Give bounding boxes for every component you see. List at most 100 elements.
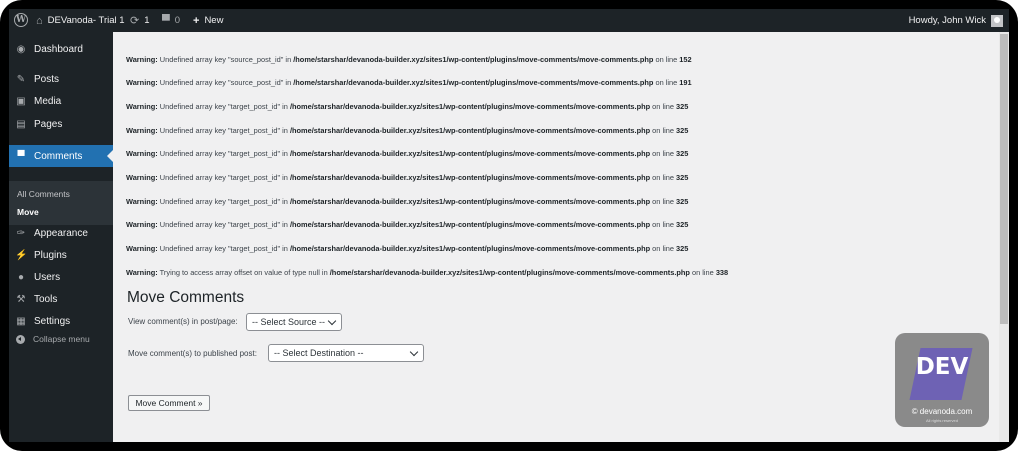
- warning-line-number: 325: [676, 220, 689, 229]
- move-comment-button[interactable]: Move Comment »: [128, 395, 210, 411]
- sidebar-item-comments[interactable]: ▀ Comments: [9, 145, 113, 167]
- warning-message: Undefined array key "source_post_id" in: [157, 78, 294, 87]
- warning-line-number: 325: [676, 126, 689, 135]
- warning-message: Undefined array key "target_post_id" in: [157, 220, 290, 229]
- warning-on-line: on line: [650, 244, 677, 253]
- source-post-select[interactable]: -- Select Source --: [246, 313, 342, 331]
- warning-file-path: /home/starshar/devanoda-builder.xyz/site…: [289, 197, 651, 206]
- warning-line: Warning: Undefined array key "target_pos…: [126, 102, 688, 111]
- warning-on-line: on line: [689, 268, 716, 277]
- sidebar-item-label: Settings: [34, 315, 71, 327]
- collapse-label: Collapse menu: [33, 334, 90, 344]
- warning-file-path: /home/starshar/devanoda-builder.xyz/site…: [289, 126, 651, 135]
- comments-submenu: All Comments Move: [9, 181, 113, 225]
- howdy-text: Howdy, John Wick: [908, 15, 986, 26]
- source-select-value: -- Select Source --: [252, 317, 326, 327]
- warning-line-number: 325: [676, 173, 689, 182]
- warning-line: Warning: Trying to access array offset o…: [126, 268, 728, 277]
- warning-file-path: /home/starshar/devanoda-builder.xyz/site…: [289, 102, 651, 111]
- warning-file-path: /home/starshar/devanoda-builder.xyz/site…: [289, 173, 651, 182]
- warning-prefix: Warning:: [126, 78, 158, 87]
- warning-message: Undefined array key "target_post_id" in: [157, 244, 290, 253]
- warning-line: Warning: Undefined array key "target_pos…: [126, 244, 688, 253]
- warning-on-line: on line: [650, 197, 677, 206]
- warning-on-line: on line: [653, 55, 680, 64]
- warning-line-number: 191: [679, 78, 692, 87]
- warning-prefix: Warning:: [126, 220, 158, 229]
- sidebar-item-users[interactable]: ● Users: [9, 266, 113, 288]
- main-content: Warning: Undefined array key "source_pos…: [113, 32, 999, 442]
- warning-prefix: Warning:: [126, 173, 158, 182]
- sidebar-item-plugins[interactable]: ⚡ Plugins: [9, 244, 113, 266]
- submenu-move[interactable]: Move: [17, 207, 39, 217]
- chevron-down-icon: [327, 316, 337, 326]
- site-name-link[interactable]: ⌂ DEVanoda- Trial 1: [36, 9, 125, 32]
- scrollbar-thumb[interactable]: [1000, 34, 1008, 324]
- pages-icon: ▤: [16, 118, 26, 130]
- warning-on-line: on line: [650, 126, 677, 135]
- sidebar-item-settings[interactable]: ▦ Settings: [9, 310, 113, 332]
- watermark-site: © devanoda.com: [911, 407, 973, 416]
- collapse-menu-button[interactable]: Collapse menu: [9, 330, 113, 348]
- admin-bar: W ⌂ DEVanoda- Trial 1 ⟳ 1 ▀ 0 + New Howd…: [9, 9, 1009, 32]
- page-title: Move Comments: [127, 289, 245, 306]
- users-icon: ●: [17, 271, 25, 283]
- warning-line-number: 338: [715, 268, 729, 277]
- watermark-rights: All rights reserved: [925, 418, 958, 423]
- updates-link[interactable]: ⟳ 1: [130, 9, 150, 32]
- sidebar-item-dashboard[interactable]: ◉ Dashboard: [9, 38, 113, 60]
- sidebar-item-label: Plugins: [34, 249, 67, 261]
- warning-line-number: 325: [676, 149, 689, 158]
- warning-line-number: 325: [676, 102, 689, 111]
- sidebar-item-appearance[interactable]: ✑ Appearance: [9, 222, 113, 244]
- updates-count: 1: [144, 15, 150, 26]
- warning-line: Warning: Undefined array key "target_pos…: [126, 173, 688, 182]
- warning-file-path: /home/starshar/devanoda-builder.xyz/site…: [289, 244, 651, 253]
- comments-link[interactable]: ▀ 0: [162, 9, 180, 32]
- sidebar-item-label: Posts: [34, 73, 60, 85]
- my-account-link[interactable]: Howdy, John Wick: [909, 9, 1003, 32]
- submenu-all-comments[interactable]: All Comments: [17, 189, 70, 199]
- warning-message: Undefined array key "target_post_id" in: [157, 126, 290, 135]
- sidebar-item-label: Users: [34, 271, 61, 283]
- comment-icon: ▀: [17, 150, 25, 162]
- move-comments-label: Move comment(s) to published post:: [128, 349, 257, 358]
- warning-file-path: /home/starshar/devanoda-builder.xyz/site…: [329, 268, 690, 277]
- warning-prefix: Warning:: [126, 55, 158, 64]
- wordpress-logo-icon[interactable]: W: [14, 13, 28, 27]
- warning-on-line: on line: [650, 102, 677, 111]
- warning-prefix: Warning:: [126, 126, 158, 135]
- warning-on-line: on line: [650, 173, 677, 182]
- warning-prefix: Warning:: [126, 102, 158, 111]
- sidebar-item-label: Pages: [34, 118, 63, 130]
- sidebar-item-tools[interactable]: ⚒ Tools: [9, 288, 113, 310]
- warning-prefix: Warning:: [126, 149, 158, 158]
- pin-icon: ✎: [16, 73, 26, 85]
- comment-bubble-icon: ▀: [162, 14, 170, 27]
- comments-count: 0: [174, 15, 181, 26]
- page-scrollbar[interactable]: [999, 32, 1009, 442]
- warning-message: Undefined array key "target_post_id" in: [157, 173, 290, 182]
- sidebar-item-posts[interactable]: ✎ Posts: [9, 68, 113, 90]
- sidebar-item-label: Tools: [34, 293, 58, 305]
- chevron-down-icon: [409, 347, 419, 357]
- sidebar-item-label: Appearance: [34, 227, 88, 239]
- warning-on-line: on line: [650, 149, 677, 158]
- new-content-link[interactable]: + New: [193, 9, 223, 32]
- sidebar-item-label: Media: [34, 95, 62, 107]
- paintbrush-icon: ✑: [16, 227, 26, 239]
- device-frame: W ⌂ DEVanoda- Trial 1 ⟳ 1 ▀ 0 + New Howd…: [0, 0, 1018, 451]
- sidebar-item-media[interactable]: ▣ Media: [9, 90, 113, 112]
- plus-icon: +: [193, 14, 200, 27]
- warning-message: Undefined array key "target_post_id" in: [157, 102, 290, 111]
- sidebar-item-label: Dashboard: [34, 43, 83, 55]
- updates-icon: ⟳: [130, 15, 140, 27]
- admin-sidebar: ◉ Dashboard ✎ Posts ▣ Media ▤ Pages ▀ Co…: [9, 32, 113, 442]
- warning-on-line: on line: [650, 220, 677, 229]
- warning-file-path: /home/starshar/devanoda-builder.xyz/site…: [289, 220, 651, 229]
- sidebar-item-pages[interactable]: ▤ Pages: [9, 113, 113, 135]
- destination-post-select[interactable]: -- Select Destination --: [268, 344, 424, 362]
- warning-prefix: Warning:: [126, 197, 158, 206]
- home-icon: ⌂: [36, 14, 43, 27]
- view-comments-label: View comment(s) in post/page:: [128, 317, 238, 326]
